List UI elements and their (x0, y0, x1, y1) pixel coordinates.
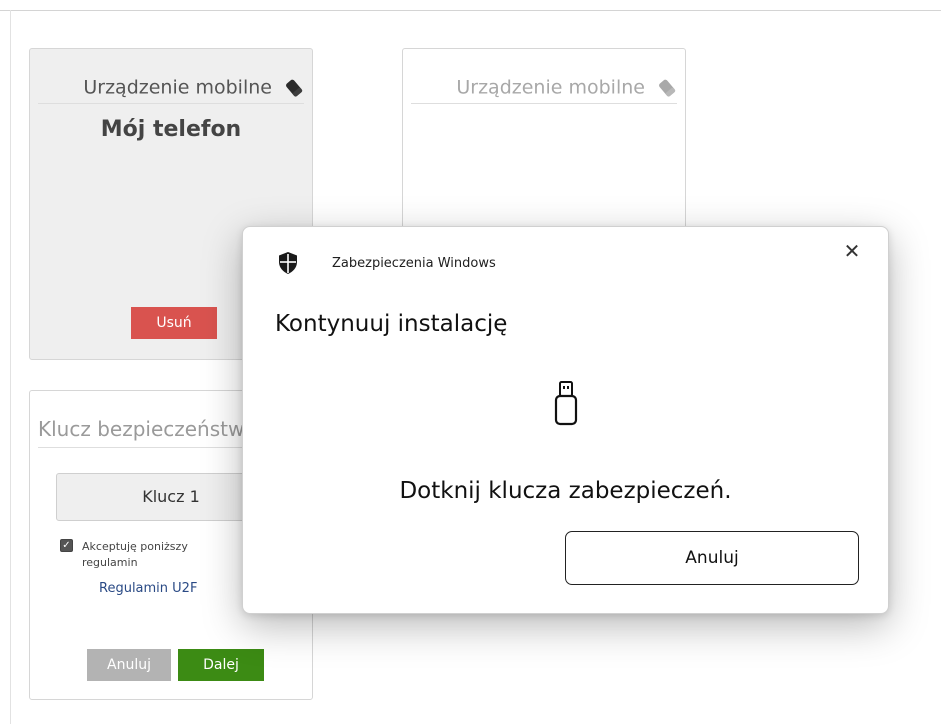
eraser-icon[interactable] (284, 78, 304, 98)
card-header-label: Urządzenie mobilne (83, 76, 272, 99)
dialog-app-name: Zabezpieczenia Windows (332, 256, 496, 271)
frame-top-border (0, 10, 941, 11)
mobile-device-card-header: Urządzenie mobilne (38, 75, 304, 104)
next-button[interactable]: Dalej (178, 649, 264, 681)
frame-left-border (10, 10, 11, 724)
usb-key-icon (554, 381, 578, 426)
windows-security-dialog: Zabezpieczenia Windows ✕ Kontynuuj insta… (242, 226, 889, 614)
close-icon[interactable]: ✕ (838, 237, 866, 265)
cancel-button[interactable]: Anuluj (87, 649, 171, 681)
dialog-title: Kontynuuj instalację (275, 311, 508, 337)
terms-checkbox[interactable]: ✓ (60, 539, 73, 552)
dialog-message: Dotknij klucza zabezpieczeń. (399, 478, 732, 504)
terms-label: Akceptuję poniższy regulamin (82, 540, 188, 569)
dialog-cancel-button[interactable]: Anuluj (565, 531, 859, 585)
mobile-device-card-header: Urządzenie mobilne (411, 75, 677, 104)
eraser-icon[interactable] (657, 78, 677, 98)
remove-button[interactable]: Usuń (131, 307, 217, 339)
mobile-device-card-empty: Urządzenie mobilne (402, 48, 686, 248)
device-name: Mój telefon (100, 117, 242, 142)
shield-icon (279, 252, 297, 274)
card-header-label: Urządzenie mobilne (456, 76, 645, 99)
terms-link[interactable]: Regulamin U2F (99, 581, 197, 596)
